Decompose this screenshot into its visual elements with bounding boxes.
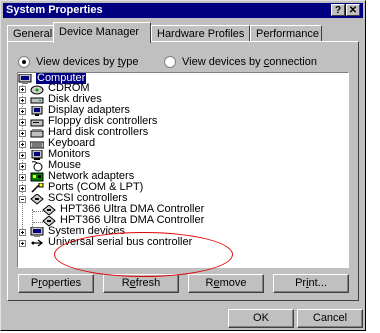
close-button[interactable]: ✕ <box>346 4 360 16</box>
annotation-ellipse <box>54 232 233 277</box>
view-by-type-label: View devices by type <box>36 56 139 68</box>
network-adapter-icon <box>30 172 44 182</box>
hard-disk-controller-icon <box>30 129 44 138</box>
floppy-controller-icon <box>30 119 44 127</box>
expand-toggle[interactable] <box>19 240 26 247</box>
cancel-button[interactable]: Cancel <box>297 309 363 328</box>
tab-performance[interactable]: Performance <box>250 25 322 42</box>
usb-icon <box>31 239 43 247</box>
expand-toggle[interactable] <box>19 97 26 104</box>
disk-drive-icon <box>30 97 44 104</box>
expand-toggle[interactable] <box>19 163 26 170</box>
expand-toggle[interactable] <box>19 108 26 115</box>
expand-toggle[interactable] <box>19 152 26 159</box>
radio-indicator <box>18 56 30 68</box>
expand-toggle[interactable] <box>19 86 26 93</box>
display-adapter-icon <box>31 106 43 116</box>
scsi-device-icon <box>42 205 56 216</box>
keyboard-icon <box>30 141 44 149</box>
help-button[interactable]: ? <box>331 4 345 16</box>
print-button[interactable]: Print... <box>273 274 349 293</box>
expand-toggle[interactable] <box>19 185 26 192</box>
view-by-connection-label: View devices by connection <box>182 56 317 68</box>
ok-button[interactable]: OK <box>228 309 294 328</box>
window-title: System Properties <box>6 4 103 16</box>
system-device-icon <box>30 227 44 237</box>
view-by-connection-radio[interactable]: View devices by connection <box>164 55 334 69</box>
cdrom-icon <box>30 85 44 95</box>
mouse-icon <box>31 161 43 172</box>
radio-indicator <box>164 56 176 68</box>
view-by-type-radio[interactable]: View devices by type <box>18 55 158 69</box>
expand-toggle[interactable] <box>19 130 26 137</box>
expand-toggle[interactable] <box>19 174 26 181</box>
expand-toggle[interactable] <box>19 119 26 126</box>
system-properties-window: System Properties ? ✕ General Device Man… <box>0 0 366 331</box>
expand-toggle[interactable] <box>19 141 26 148</box>
tab-general[interactable]: General <box>7 25 55 42</box>
monitor-icon <box>31 150 43 160</box>
scsi-controller-icon <box>30 194 44 205</box>
tab-hardware-profiles[interactable]: Hardware Profiles <box>151 25 250 42</box>
remove-button[interactable]: Remove <box>188 274 264 293</box>
properties-button[interactable]: Properties <box>18 274 94 293</box>
expand-toggle[interactable] <box>19 229 26 236</box>
title-bar[interactable]: System Properties ? ✕ <box>3 3 363 18</box>
tab-device-manager[interactable]: Device Manager <box>53 22 151 43</box>
port-icon <box>31 183 44 193</box>
collapse-toggle[interactable] <box>19 196 26 203</box>
